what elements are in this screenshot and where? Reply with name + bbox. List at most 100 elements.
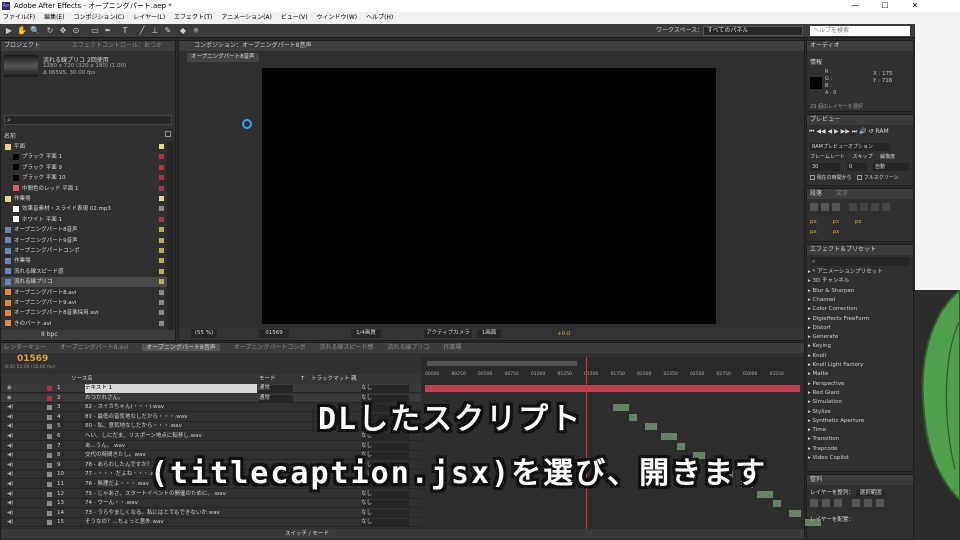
- effect-category-item[interactable]: ▸ Channel: [808, 296, 835, 305]
- current-time-field[interactable]: 01569: [259, 329, 289, 338]
- effect-category-item[interactable]: ▸ Blur & Sharpen: [808, 287, 854, 296]
- space-after-field[interactable]: px: [833, 229, 840, 235]
- label-color-tag[interactable]: [159, 237, 164, 243]
- menu-composition[interactable]: コンポジション(C): [73, 12, 124, 24]
- align-center-icon[interactable]: [821, 203, 829, 211]
- tab-effect-controls[interactable]: エフェクトコントロール：おつか: [72, 42, 162, 49]
- layer-label-color[interactable]: [47, 472, 52, 478]
- label-color-tag[interactable]: [159, 164, 164, 170]
- full-screen-checkbox[interactable]: [857, 175, 863, 180]
- previous-frame-icon[interactable]: ◀◀: [816, 128, 825, 135]
- timeline-tab[interactable]: 流れる線スピード感: [319, 344, 373, 351]
- layer-duration-bar[interactable]: [805, 519, 821, 527]
- project-item[interactable]: ブラック 平面 1: [1, 152, 167, 162]
- active-camera-select[interactable]: アクティブカメラ: [424, 329, 472, 338]
- effect-category-item[interactable]: ▸ Generate: [808, 333, 838, 342]
- effect-category-item[interactable]: ▸ 3D チャンネル: [808, 277, 849, 286]
- justify-center-icon[interactable]: [860, 203, 868, 211]
- tab-audio[interactable]: オーディオ: [810, 42, 840, 49]
- effect-category-item[interactable]: ▸ Synthetic Aperture: [808, 417, 864, 426]
- menu-help[interactable]: ヘルプ(H): [366, 12, 393, 24]
- eraser-tool-icon[interactable]: ✎: [163, 26, 173, 36]
- align-vertical-centers-icon[interactable]: [864, 499, 872, 507]
- layer-mode-select[interactable]: 通常: [259, 385, 293, 392]
- layer-duration-bar[interactable]: [773, 500, 781, 508]
- audio-toggle-icon[interactable]: ◀): [7, 490, 13, 499]
- camera-tool-icon[interactable]: ✥: [58, 26, 68, 36]
- effect-category-item[interactable]: ▸ Knoll: [808, 352, 826, 361]
- layer-label-color[interactable]: [47, 482, 52, 487]
- workspace-select[interactable]: すべてのパネル: [703, 26, 803, 36]
- project-item[interactable]: 流れる線プリコ: [1, 277, 167, 288]
- ram-preview-button[interactable]: RAM: [875, 128, 888, 135]
- audio-toggle-icon[interactable]: ◉: [7, 384, 12, 393]
- views-layout-select[interactable]: 1画面: [477, 329, 501, 338]
- layer-label-color[interactable]: [47, 395, 52, 401]
- layer-name[interactable]: 81 - 最低の音気地なしだから・・・.wav: [85, 413, 257, 422]
- layer-name[interactable]: 82 - スイカちゃん(・・・).wav: [85, 403, 257, 412]
- menu-view[interactable]: ビュー(V): [281, 12, 308, 24]
- audio-toggle-icon[interactable]: ◀): [7, 422, 13, 431]
- layer-name[interactable]: 73 - うらやましくなる。私にはとてもできないか.wav: [85, 509, 257, 518]
- brush-tool-icon[interactable]: ╱: [137, 26, 147, 36]
- layer-name[interactable]: そうなの？...ちょっと意外.wav: [85, 518, 257, 527]
- timeline-tab[interactable]: レンダーキュー: [4, 344, 46, 351]
- layer-label-color[interactable]: [47, 424, 52, 430]
- timeline-tab[interactable]: 流れる線プリコ: [387, 344, 429, 351]
- layer-name[interactable]: テキスト 1: [85, 384, 257, 393]
- tab-paragraph[interactable]: 段落: [810, 190, 822, 197]
- column-header-name[interactable]: 名前: [4, 131, 16, 140]
- effect-category-item[interactable]: ▸ Distort: [808, 324, 831, 333]
- audio-toggle-icon[interactable]: ◀): [7, 461, 13, 470]
- justify-all-icon[interactable]: [882, 203, 890, 211]
- column-parent[interactable]: 親: [351, 374, 357, 384]
- layer-label-color[interactable]: [47, 405, 52, 411]
- project-item[interactable]: ホワイト 平面 1: [1, 215, 167, 225]
- layer-label-color[interactable]: [47, 434, 52, 439]
- layer-duration-bar[interactable]: [789, 509, 801, 517]
- selection-tool-icon[interactable]: ▶: [4, 26, 14, 36]
- layer-duration-bar[interactable]: [613, 404, 629, 412]
- tab-character[interactable]: 文字: [836, 190, 848, 197]
- pan-behind-tool-icon[interactable]: ⊙: [71, 26, 81, 36]
- align-left-icon[interactable]: [810, 203, 818, 211]
- effect-category-item[interactable]: ▸ Red Giant: [808, 389, 840, 398]
- timeline-layer-row[interactable]: ◀) 14 73 - うらやましくなる。私にはとてもできないか.wav なし: [1, 509, 421, 518]
- layer-label-color[interactable]: [47, 491, 52, 497]
- mute-audio-icon[interactable]: 🔊: [859, 128, 866, 135]
- label-color-tag[interactable]: [159, 310, 164, 316]
- help-search-input[interactable]: ヘルプを検索: [810, 26, 910, 36]
- tab-effects-presets[interactable]: エフェクト＆プリセット: [810, 246, 876, 253]
- effect-category-item[interactable]: ▸ Knoll Light Factory: [808, 361, 863, 370]
- composition-sub-tab[interactable]: オープニングパート8音声: [187, 53, 259, 62]
- effect-category-item[interactable]: ▸ Keying: [808, 342, 831, 351]
- project-item[interactable]: オープニングパート8音声: [1, 225, 167, 235]
- effect-category-item[interactable]: ▸ Perspective: [808, 380, 844, 389]
- effect-category-item[interactable]: ▸ Simulation: [808, 398, 842, 407]
- from-current-checkbox[interactable]: [810, 175, 815, 180]
- maximize-button[interactable]: ☐: [870, 0, 900, 12]
- effect-category-item[interactable]: ▸ Matte: [808, 370, 828, 379]
- timeline-tab[interactable]: 作業場: [443, 344, 461, 351]
- layer-parent-select[interactable]: なし: [361, 519, 409, 527]
- close-button[interactable]: ✕: [900, 0, 930, 12]
- column-track-matte[interactable]: トラックマット: [311, 374, 350, 384]
- hand-tool-icon[interactable]: ✋: [17, 26, 27, 36]
- space-before-field[interactable]: px: [810, 229, 817, 235]
- layer-label-color[interactable]: [47, 462, 52, 468]
- align-right-edges-icon[interactable]: [834, 499, 842, 507]
- effect-category-item[interactable]: ▸ Time: [808, 426, 826, 435]
- exposure-value[interactable]: +0.0: [557, 328, 570, 340]
- layer-name[interactable]: へい、しにだま、リスポーン地点に転移し.wav: [85, 432, 257, 441]
- audio-toggle-icon[interactable]: ◀): [7, 518, 13, 527]
- timeline-ruler[interactable]: 00000 00250 00500 00750 01000 01250 01500 01750…: [421, 357, 804, 384]
- effect-category-item[interactable]: ▸ Color Correction: [808, 305, 857, 314]
- indent-right-field[interactable]: px: [833, 219, 840, 225]
- magnification-select[interactable]: (55 %): [191, 329, 217, 338]
- tab-info[interactable]: 情報: [810, 57, 822, 66]
- layer-label-color[interactable]: [47, 501, 52, 507]
- label-color-tag[interactable]: [159, 320, 164, 326]
- play-icon[interactable]: ▶: [834, 128, 839, 135]
- timeline-tab[interactable]: オープニングパート8音声: [142, 344, 220, 351]
- project-item[interactable]: オープニングパート9音声: [1, 236, 167, 246]
